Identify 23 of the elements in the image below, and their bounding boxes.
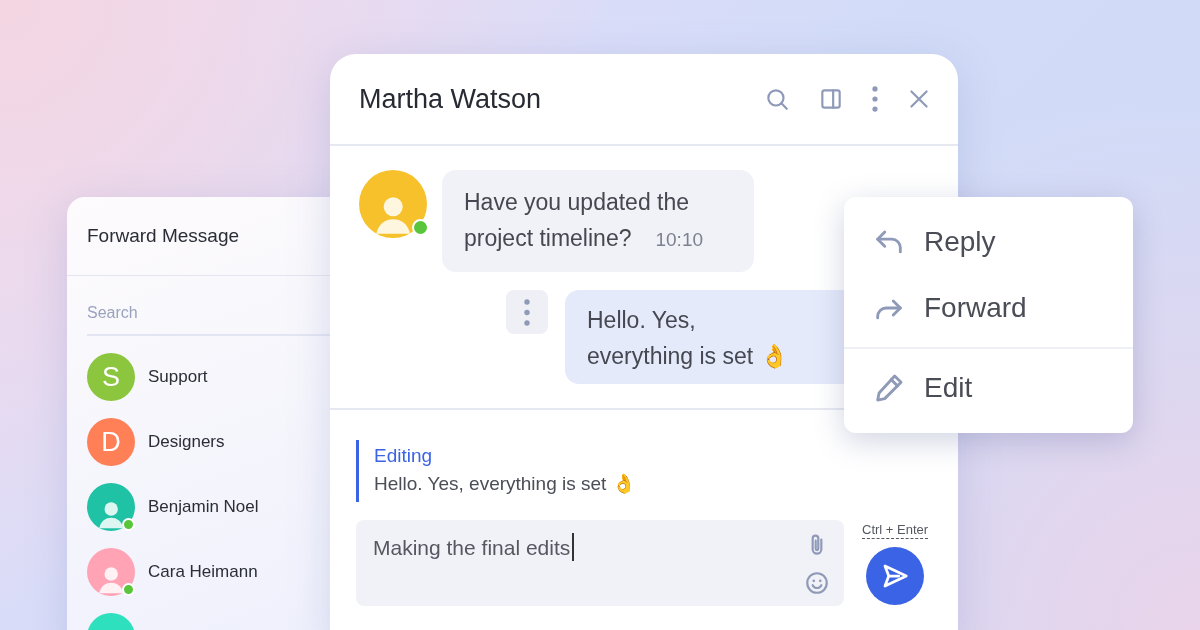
message-time: 10:10 xyxy=(655,229,703,250)
typed-text: Making the final edits xyxy=(373,536,571,560)
avatar-initial: D xyxy=(87,418,135,466)
contact-name[interactable]: Benjamin Noel xyxy=(148,497,259,517)
message-input-field[interactable]: Making the final edits xyxy=(356,520,844,606)
contact-name[interactable]: Cara Heimann xyxy=(148,562,258,582)
chat-title: Martha Watson xyxy=(359,83,542,115)
search-field[interactable]: Search xyxy=(87,304,330,336)
more-options-button[interactable] xyxy=(506,290,548,334)
message-bubble: Have you updated the project timeline? 10:10 xyxy=(442,170,754,272)
editing-label: Editing xyxy=(374,444,434,468)
more-options-icon xyxy=(524,298,530,326)
contact-name[interactable]: Designers xyxy=(148,432,225,452)
shortcut-hint: Ctrl + Enter xyxy=(862,522,929,539)
more-options-icon xyxy=(872,86,878,112)
search-icon xyxy=(764,86,790,112)
avatar-initial: S xyxy=(87,353,135,401)
send-button[interactable] xyxy=(866,547,925,605)
contact-name[interactable]: Support xyxy=(148,367,208,387)
quoted-message: Hello. Yes, everything is set 👌 xyxy=(374,472,637,496)
menu-item[interactable]: Reply xyxy=(844,209,1133,275)
sidebar-panel-icon xyxy=(818,86,844,112)
emoji-icon xyxy=(804,570,830,596)
